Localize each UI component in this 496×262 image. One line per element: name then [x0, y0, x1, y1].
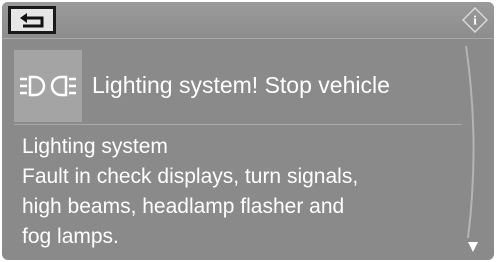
body-heading: Lighting system: [22, 135, 168, 158]
info-icon[interactable]: i: [462, 7, 488, 33]
scrollbar[interactable]: [464, 42, 484, 256]
body-line: fog lamps.: [22, 225, 119, 248]
back-arrow-icon: [20, 13, 44, 28]
back-button[interactable]: [8, 6, 56, 34]
body-line: high beams, headlamp flasher and: [22, 195, 345, 218]
message-header[interactable]: Lighting system! Stop vehicle: [14, 50, 466, 122]
warning-icon-box: [14, 50, 82, 122]
top-bar: i: [2, 2, 494, 39]
info-label: i: [473, 13, 477, 28]
divider: [14, 124, 462, 125]
lighting-system-warning-icon: [20, 75, 76, 97]
message-body: Lighting system Fault in check displays,…: [22, 132, 452, 252]
body-line: Fault in check displays, turn signals,: [22, 165, 359, 188]
message-title: Lighting system! Stop vehicle: [92, 72, 390, 98]
scroll-down-arrow-icon[interactable]: [468, 242, 478, 252]
control-display-screen: i Lighting system! Stop vehicle Lighting…: [2, 2, 494, 260]
